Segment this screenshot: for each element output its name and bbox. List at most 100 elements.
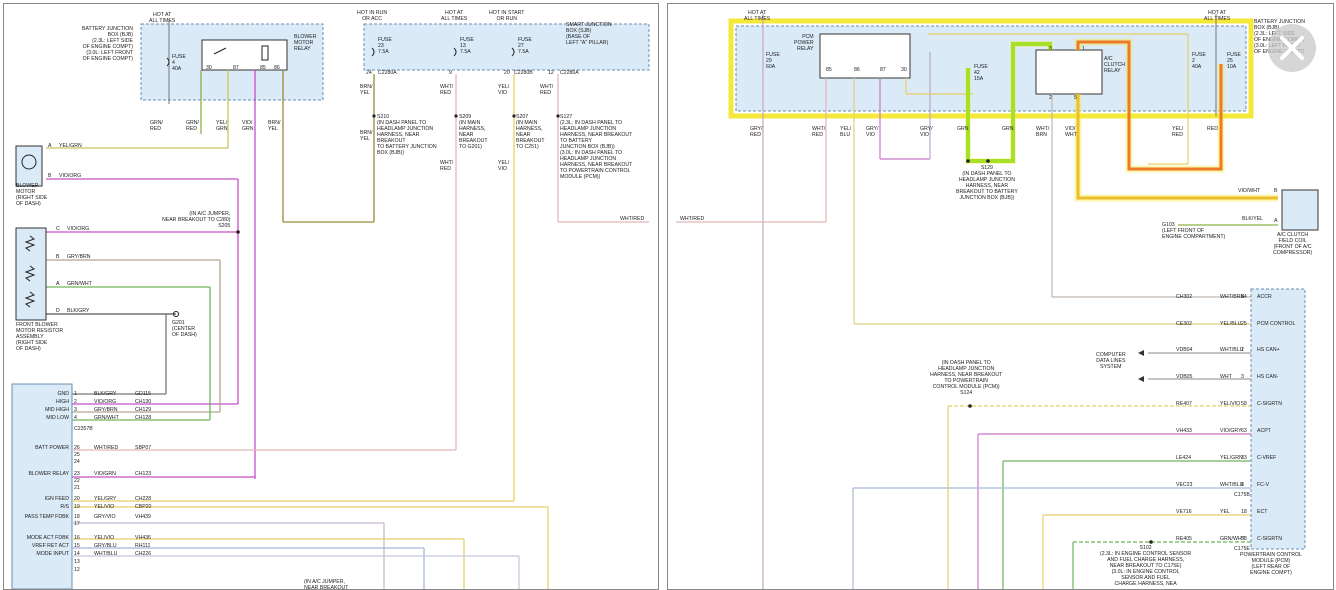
module-pin-pin: 14 [74, 551, 80, 557]
module-pin-pin: 19 [74, 504, 80, 510]
module-pin-pin: 3 [74, 407, 77, 413]
wire-label: GRN [957, 126, 969, 132]
pcm-pin-wire: YEL/BLU [1220, 321, 1242, 327]
close-button[interactable] [1268, 24, 1316, 72]
pcm-label: POWERTRAIN CONTROL MODULE (PCM) (LEFT RE… [1240, 552, 1302, 576]
fuse2-label: FUSE 2 40A [1192, 52, 1206, 70]
connector-label: C175B [1234, 492, 1250, 498]
relay-pin: 1 [1082, 46, 1085, 52]
module-pin-label: MODE INPUT [36, 551, 69, 557]
relay-pin: 85 [826, 67, 832, 73]
module-pin-wire: WHT/RED [94, 445, 119, 451]
module-pin-label: BATT POWER [35, 445, 69, 451]
module-pin-label: BLOWER RELAY [28, 471, 69, 477]
wire-label: YEL/ VIO [498, 160, 510, 172]
fuse27-label: FUSE 27 7.5A [518, 37, 532, 55]
ac-relay-label: A/C CLUTCH RELAY [1104, 56, 1126, 74]
module-pin-wire: VIO/ORG [94, 399, 117, 405]
pcm-pin-wire: WHT [1220, 374, 1232, 380]
pcm-pin-label: FC-V [1257, 482, 1270, 488]
pcm-pin-pin: 58 [1241, 536, 1247, 542]
wire-label: BLK/YEL [1242, 216, 1264, 222]
fuse13-label: FUSE 13 7.5A [460, 37, 474, 55]
relay-pin-85: 85 [260, 65, 266, 71]
module-pin-label: VREF RET ACT [31, 543, 69, 549]
pcm-pin-pin: 63 [1241, 428, 1247, 434]
pcm-pin-circuit: VDB04 [1176, 347, 1193, 353]
wire-label: BRN/ YEL [360, 130, 373, 142]
relay-pin: 87 [880, 67, 886, 73]
module-pin-wire: YEL/GRY [94, 496, 117, 502]
pin-label: 9 [449, 70, 452, 76]
module-pin-pin: 17 [74, 521, 80, 527]
pcm-pin-label: PCM CONTROL [1257, 321, 1296, 327]
pcm-pin-circuit: CH302 [1176, 294, 1193, 300]
wire-label: WHT/ BRN [1036, 126, 1050, 138]
module-pin-wire: YEL/VIO [94, 504, 115, 510]
pcm-pin-label: ACCR [1257, 294, 1272, 300]
pcm-pin-pin: 25 [1241, 321, 1247, 327]
pcm-pin-pin: 18 [1241, 509, 1247, 515]
wire-label: BLK/GRY [67, 308, 90, 314]
wire-label: YEL/GRN [59, 143, 82, 149]
module-pin-circuit: RH111 [135, 543, 151, 549]
module-pin-label: HIGH [56, 399, 69, 405]
pcm-pin-label: C-SIGRTN [1257, 401, 1282, 407]
module-pin-label: MID LOW [46, 415, 69, 421]
wire-label: WHT/ RED [540, 84, 554, 96]
pcm-pin-pin: 3 [1241, 374, 1244, 380]
splice-s129: S129 (IN DASH PANEL TO HEADLAMP JUNCTION… [956, 165, 1018, 201]
wire-label: VIO/WHT [1238, 188, 1261, 194]
module-pin-circuit: VH439 [135, 514, 151, 520]
relay-pin: 2 [1049, 95, 1052, 101]
pcm-pin-circuit: CE302 [1176, 321, 1192, 327]
fuse4-label: FUSE 4 40A [172, 54, 186, 72]
fuse42-label: FUSE 42 15A [974, 64, 988, 82]
module-pin-pin: 24 [74, 459, 80, 465]
relay-pin-30: 30 [206, 65, 212, 71]
module-pin-circuit: CBP20 [135, 504, 152, 510]
module-pin-wire: YEL/VIO [94, 535, 115, 541]
pcm-pin-wire: WHT/BLU [1220, 347, 1244, 353]
pcm-pin-circuit: RE405 [1176, 536, 1192, 542]
pcm-pin-pin: 33 [1241, 455, 1247, 461]
wire-label: WHT/RED [680, 216, 705, 222]
wire-label: BRN/ YEL [268, 120, 281, 132]
hot-label: HOT AT ALL TIMES [744, 10, 771, 22]
wire-label: VIO/ORG [67, 226, 90, 232]
clutch-label: A/C CLUTCH FIELD COIL (FRONT OF A/C COMP… [1273, 232, 1313, 256]
wire-label: WHT/RED [620, 216, 645, 222]
module-pin-pin: 20 [74, 496, 80, 502]
pcm-pin-wire: VIO/GRY [1220, 428, 1242, 434]
module-pin-wire: VIO/GRN [94, 471, 116, 477]
splice-s210: S210 (IN DASH PANEL TO HEADLAMP JUNCTION… [377, 114, 437, 156]
pcm-pin-label: HS CAN- [1257, 374, 1279, 380]
relay-pin-86: 86 [274, 65, 280, 71]
wire-label: VIO/ GRN [242, 120, 254, 132]
module-pin-wire: BLK/GRY [94, 391, 117, 397]
pcm-pin-label: ACPT [1257, 428, 1271, 434]
pcm-pin-label: ECT [1257, 509, 1268, 515]
pin-label: B [48, 173, 52, 179]
hot-label: HOT AT ALL TIMES [1204, 10, 1231, 22]
module-pin-label: GND [57, 391, 69, 397]
pcm-pin-label: C-VREF [1257, 455, 1277, 461]
pin-label: A [48, 143, 52, 149]
module-pin-pin: 4 [74, 415, 77, 421]
fuse25-label: FUSE 25 10A [1227, 52, 1241, 70]
wire-label: BRN/ YEL [360, 84, 373, 96]
ground-g201: G201 (CENTER OF DASH) [172, 320, 197, 338]
module-pin-circuit: CH130 [135, 399, 152, 405]
close-icon [1280, 36, 1304, 60]
wire-label: GRN/WHT [67, 281, 92, 287]
pcm-pin-circuit: VE716 [1176, 509, 1192, 515]
wire-label: GRN/ RED [150, 120, 163, 132]
module-pin-circuit: VH436 [135, 535, 151, 541]
module-pin-circuit: SBP07 [135, 445, 152, 451]
wire-label: RED [1207, 126, 1218, 132]
module-pin-wire: GRN/WHT [94, 415, 119, 421]
pcm-pin-pin: 58 [1241, 401, 1247, 407]
blower-relay-label: BLOWER MOTOR RELAY [294, 34, 317, 52]
splice-s207: S207 (IN MAIN HARNESS, NEAR BREAKOUT TO … [516, 114, 545, 150]
fuse29-label: FUSE 29 60A [766, 52, 780, 70]
